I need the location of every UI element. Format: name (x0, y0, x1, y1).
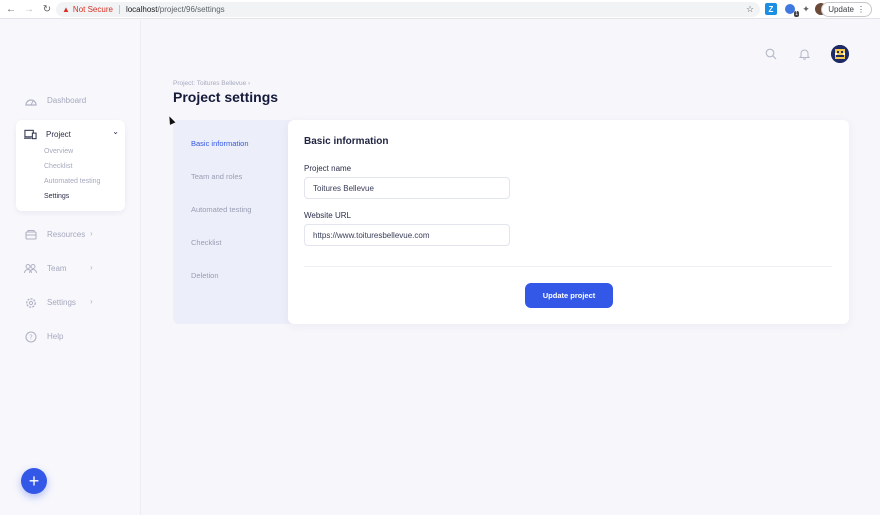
help-icon: ? (24, 330, 37, 343)
add-fab-button[interactable]: + (21, 468, 47, 494)
warning-icon: ▲ (62, 5, 70, 14)
project-name-label: Project name (304, 164, 352, 173)
tab-team-and-roles[interactable]: Team and roles (191, 172, 242, 181)
sidebar-item-label: Help (47, 332, 64, 341)
sidebar-subitem-automated-testing[interactable]: Automated testing (44, 178, 100, 185)
chevron-down-icon[interactable]: ⌄ (112, 127, 119, 136)
form-divider (304, 266, 832, 267)
more-vert-icon: ⋮ (857, 5, 865, 14)
section-title: Basic information (304, 136, 389, 147)
forward-icon[interactable]: → (22, 2, 36, 16)
tab-deletion[interactable]: Deletion (191, 271, 219, 280)
sidebar-item-settings[interactable]: Settings (24, 296, 76, 309)
sidebar-item-help[interactable]: ? Help (24, 330, 63, 343)
update-project-button[interactable]: Update project (525, 283, 613, 308)
search-icon[interactable] (764, 47, 778, 61)
dashboard-icon (24, 94, 37, 107)
puzzle-icon[interactable]: ✦ (800, 3, 812, 15)
extension-z-icon[interactable]: Z (765, 3, 777, 15)
address-bar[interactable]: ▲ Not Secure localhost /project/96/setti… (56, 2, 760, 17)
sidebar-subitem-checklist[interactable]: Checklist (44, 163, 72, 170)
sidebar-subitem-settings[interactable]: Settings (44, 193, 69, 200)
browser-update-button[interactable]: Update ⋮ (821, 2, 872, 17)
url-host: localhost (125, 5, 158, 14)
extension-badge: 1 (794, 11, 799, 17)
chevron-right-icon: › (90, 229, 93, 238)
gear-icon (24, 296, 37, 309)
sidebar-item-label: Settings (47, 298, 76, 307)
tab-basic-information[interactable]: Basic information (191, 139, 249, 148)
sidebar-subitem-overview[interactable]: Overview (44, 148, 73, 155)
plus-icon: + (28, 470, 40, 491)
bookmark-star-icon[interactable]: ☆ (744, 3, 756, 15)
chevron-right-icon: › (90, 263, 93, 272)
sidebar-project-group: Project ⌄ Overview Checklist Automated t… (16, 120, 125, 211)
user-avatar[interactable] (831, 45, 849, 63)
breadcrumb-chevron-icon: › (248, 80, 251, 87)
resources-icon (24, 228, 37, 241)
omnibox-divider (118, 5, 120, 14)
project-name-input[interactable] (304, 177, 510, 199)
sidebar-item-label: Team (47, 264, 67, 273)
sidebar-item-resources[interactable]: Resources (24, 228, 85, 241)
page-title: Project settings (173, 89, 279, 105)
sidebar-item-label: Project (46, 130, 71, 139)
sidebar-item-label: Resources (47, 230, 86, 239)
tab-checklist[interactable]: Checklist (191, 238, 221, 247)
sidebar: Dashboard Project ⌄ Overview Checklist A… (0, 20, 141, 515)
breadcrumb-label: Project: Toitures Bellevue (173, 80, 247, 87)
devices-icon (24, 128, 37, 141)
website-url-label: Website URL (304, 211, 351, 220)
chevron-right-icon: › (90, 297, 93, 306)
not-secure-label: Not Secure (72, 5, 113, 14)
browser-update-label: Update (828, 5, 854, 14)
website-url-input[interactable] (304, 224, 510, 246)
bell-icon[interactable] (797, 47, 811, 61)
sidebar-item-label: Dashboard (47, 96, 87, 105)
tab-automated-testing[interactable]: Automated testing (191, 205, 251, 214)
svg-text:?: ? (29, 333, 33, 341)
team-icon (24, 262, 37, 275)
sidebar-item-team[interactable]: Team (24, 262, 67, 275)
sidebar-item-project[interactable]: Project (24, 128, 71, 141)
breadcrumb[interactable]: Project: Toitures Bellevue › (173, 80, 250, 87)
sidebar-item-dashboard[interactable]: Dashboard (24, 94, 86, 107)
extension-globe-icon[interactable]: 1 (784, 3, 799, 17)
url-path: /project/96/settings (157, 5, 225, 14)
browser-toolbar: ← → ↻ ▲ Not Secure localhost /project/96… (0, 0, 880, 19)
reload-icon[interactable]: ↻ (40, 2, 54, 16)
back-icon[interactable]: ← (4, 2, 18, 16)
basic-information-card: Basic information Project name Website U… (288, 120, 849, 324)
